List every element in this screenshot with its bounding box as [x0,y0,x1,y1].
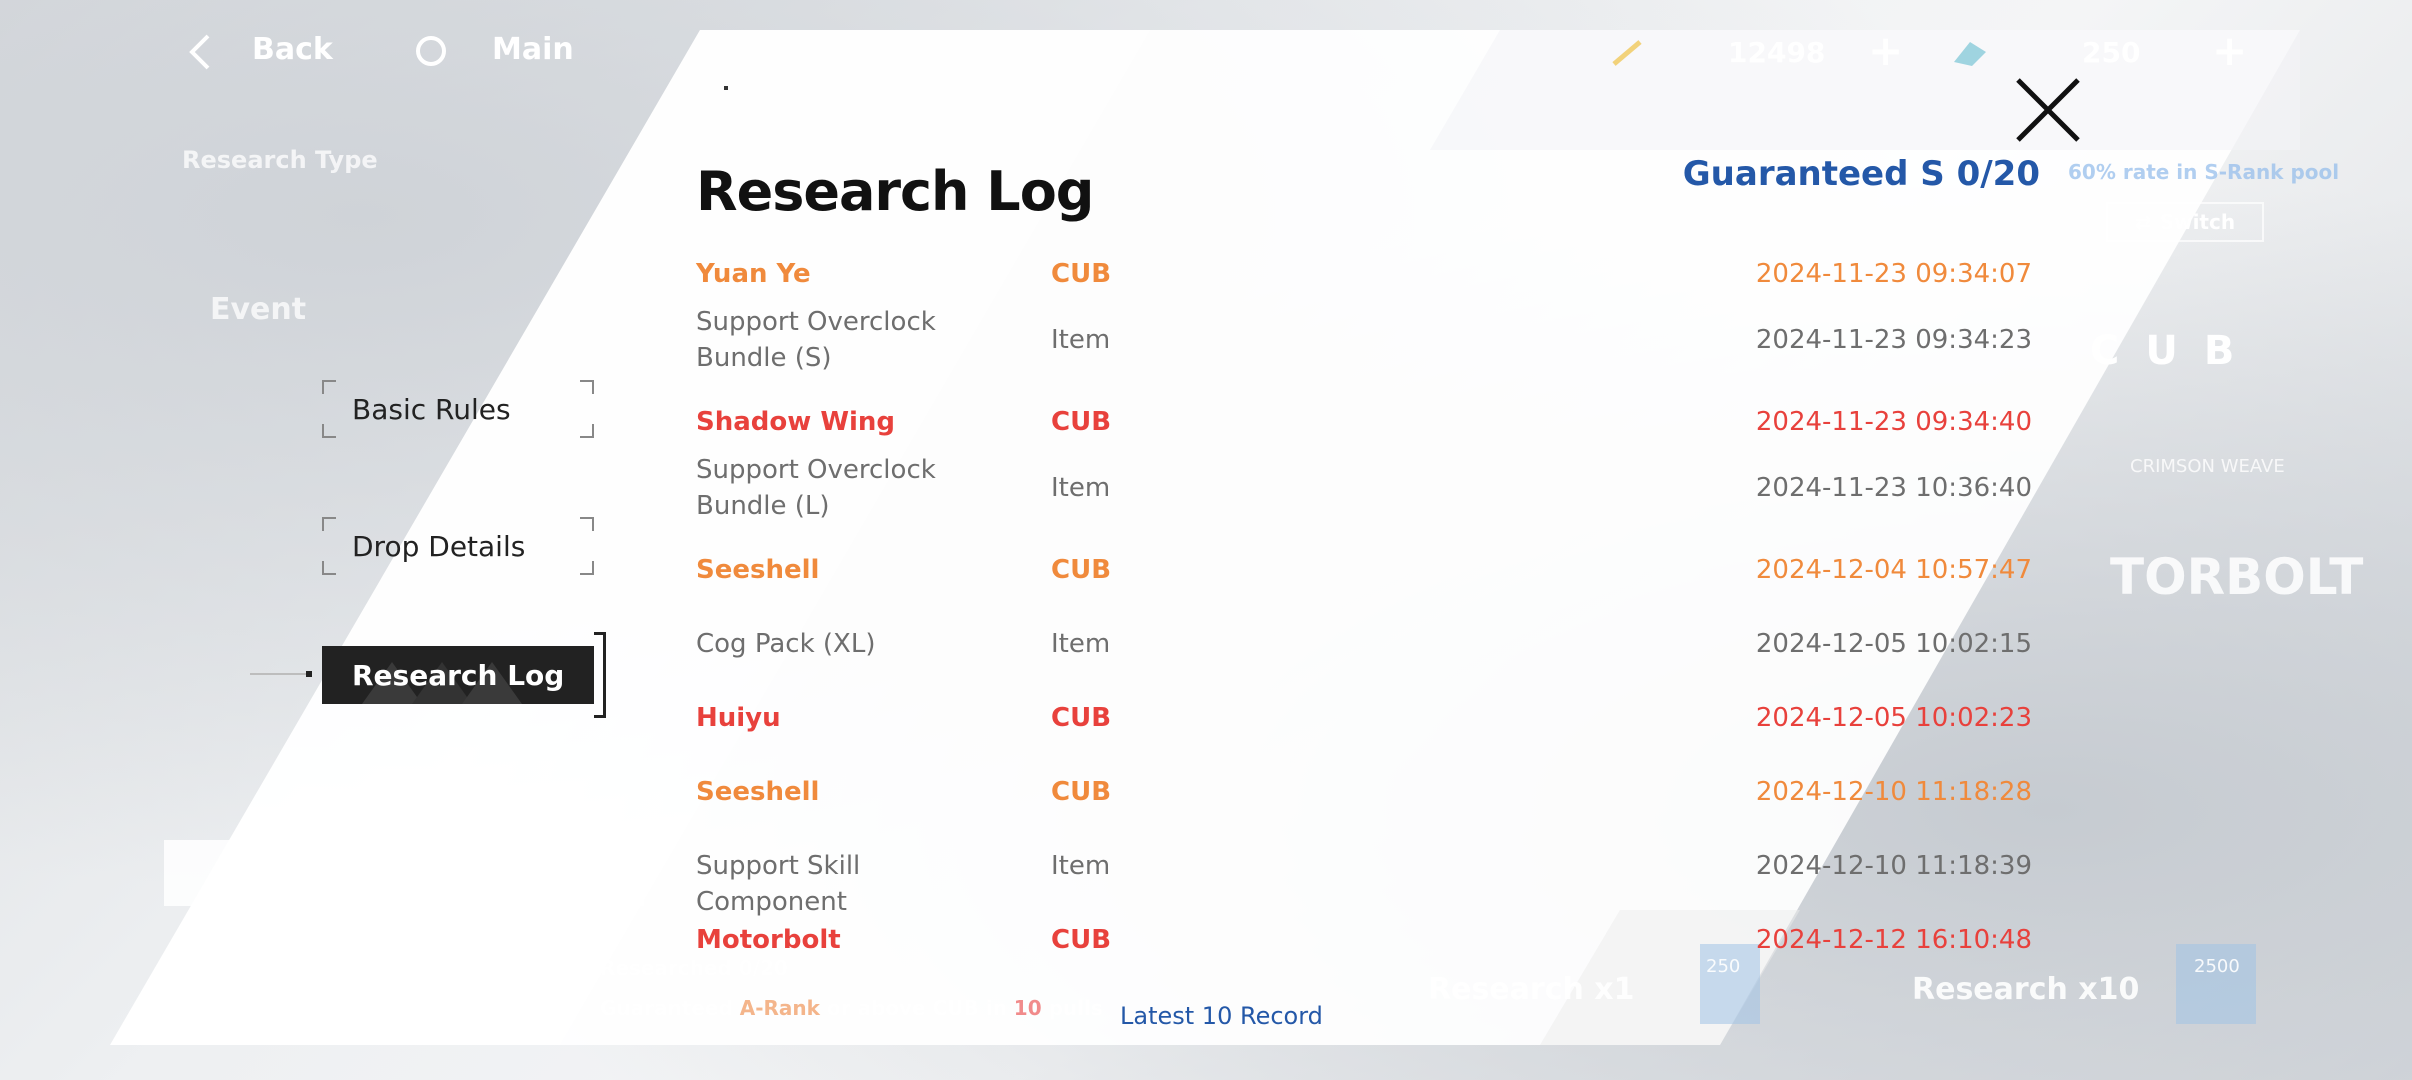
menu-basic-rules-label: Basic Rules [352,393,511,426]
log-item-type: Item [1051,629,1111,659]
log-item-type: CUB [1051,777,1112,807]
log-item-name: Support Skill Component [696,851,861,917]
log-item-time: 2024-11-23 09:34:23 [1755,325,2032,355]
decor-dot [724,86,728,90]
log-item-name: Motorbolt [696,925,841,955]
log-item-name: Shadow Wing [696,407,896,437]
log-row: Motorbolt CUB 2024-12-12 16:10:48 [696,922,2032,996]
log-item-name: Seeshell [696,777,820,807]
log-item-name: Yuan Ye [696,259,811,289]
log-item-name: Support Overclock Bundle (L) [696,455,936,521]
bracket-corner [580,517,594,531]
log-item-name: Huiyu [696,703,781,733]
dialog-title: Research Log [696,160,1094,223]
bracket-corner [322,424,336,438]
log-row: Support Overclock Bundle (S) Item 2024-11-… [696,304,2032,378]
close-icon[interactable] [2014,76,2082,144]
log-item-time: 2024-11-23 09:34:07 [1755,259,2032,289]
log-item-time: 2024-12-12 16:10:48 [1755,925,2032,955]
log-item-time: 2024-12-05 10:02:23 [1755,703,2032,733]
menu-research-log-label: Research Log [352,659,565,692]
menu-drop-details[interactable]: Drop Details [322,517,594,575]
research-log-dialog: Research Log Guaranteed S 0/20 Basic Rul… [0,0,2412,1080]
menu-research-log[interactable]: Research Log [322,646,594,704]
log-row: Support Overclock Bundle (L) Item 2024-11-… [696,452,2032,526]
bracket-corner [580,380,594,394]
log-item-time: 2024-12-10 11:18:39 [1755,851,2032,881]
bracket-corner [580,561,594,575]
log-row: Support Skill Component Item 2024-12-10 11… [696,848,2032,922]
log-item-type: Item [1051,851,1111,881]
log-item-time: 2024-11-23 10:36:40 [1755,473,2032,503]
latest-records-link[interactable]: Latest 10 Record [1120,1002,1323,1030]
log-item-name: Seeshell [696,555,820,585]
log-item-type: Item [1051,325,1111,355]
log-item-type: CUB [1051,703,1112,733]
log-item-time: 2024-12-10 11:18:28 [1755,777,2032,807]
log-item-type: CUB [1051,555,1112,585]
log-item-name: Cog Pack (XL) [696,629,876,659]
bracket-corner [322,517,336,531]
log-row: Huiyu CUB 2024-12-05 10:02:23 [696,700,2032,774]
bracket-corner [322,561,336,575]
log-row: Cog Pack (XL) Item 2024-12-05 10:02:15 [696,626,2032,700]
log-item-type: CUB [1051,407,1112,437]
log-item-type: CUB [1051,925,1112,955]
active-indicator-dot [306,671,312,677]
log-item-type: Item [1051,473,1111,503]
log-item-type: CUB [1051,259,1112,289]
log-item-time: 2024-11-23 09:34:40 [1755,407,2032,437]
log-item-name: Support Overclock Bundle (S) [696,307,936,373]
active-indicator-line [250,673,310,675]
log-item-time: 2024-12-04 10:57:47 [1755,555,2032,585]
menu-drop-details-label: Drop Details [352,530,526,563]
bracket-corner [322,380,336,394]
active-bracket [594,632,606,718]
menu-basic-rules[interactable]: Basic Rules [322,380,594,438]
guaranteed-counter: Guaranteed S 0/20 [1682,154,2040,194]
log-item-time: 2024-12-05 10:02:15 [1755,629,2032,659]
log-row: Seeshell CUB 2024-12-10 11:18:28 [696,774,2032,848]
log-row: Seeshell CUB 2024-12-04 10:57:47 [696,552,2032,626]
bracket-corner [580,424,594,438]
